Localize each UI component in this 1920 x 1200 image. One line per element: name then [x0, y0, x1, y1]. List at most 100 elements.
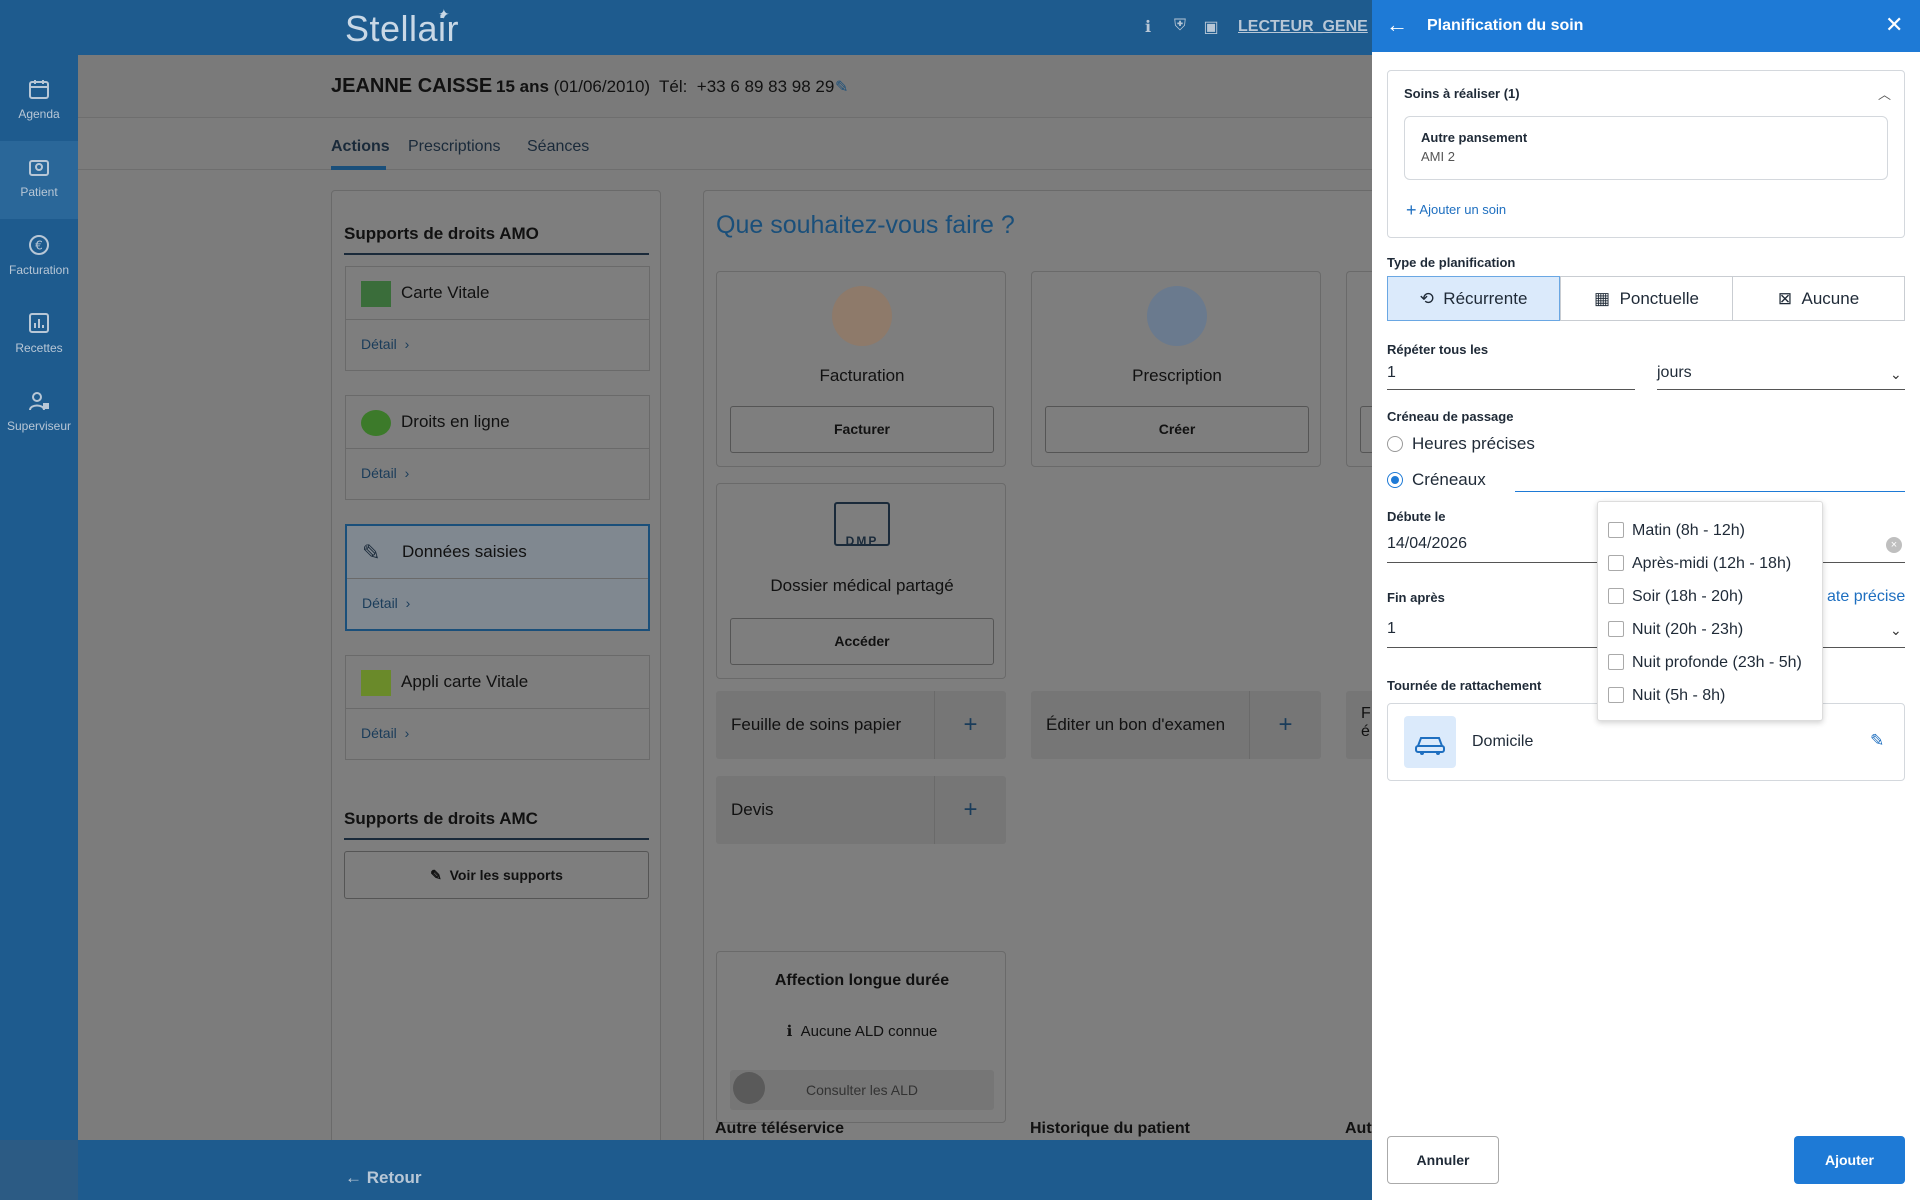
soin-item[interactable]: Autre pansement AMI 2 [1404, 116, 1888, 180]
slot-option[interactable]: Après-midi (12h - 18h) [1608, 555, 1791, 577]
patient-birthdate: (01/06/2010) [553, 77, 651, 96]
tab-prescriptions[interactable]: Prescriptions [408, 138, 500, 156]
slot-label: Après-midi (12h - 18h) [1632, 555, 1792, 572]
date-precise-link[interactable]: ate précise [1827, 588, 1905, 606]
add-soin-link[interactable]: + Ajouter un soin [1406, 200, 1506, 221]
dmp-logo-text: DMP [845, 534, 879, 548]
card-title: Facturation [819, 366, 905, 385]
chevron-up-icon[interactable]: ︿ [1878, 84, 1891, 103]
slot-option[interactable]: Soir (18h - 20h) [1608, 588, 1743, 610]
edit-icon[interactable]: ✎ [1870, 731, 1884, 751]
detail-label: Détail [361, 725, 397, 741]
rail-item-recettes[interactable]: Recettes [0, 297, 78, 375]
creer-button[interactable]: Créer [1045, 406, 1309, 453]
edit-icon[interactable]: ✎ [835, 77, 848, 97]
radio-heures-precises[interactable] [1387, 436, 1403, 452]
checkbox[interactable] [1608, 522, 1624, 538]
prescription-icon [1147, 286, 1207, 346]
checkbox[interactable] [1608, 687, 1624, 703]
consulter-ald-button[interactable]: Consulter les ALD [730, 1070, 994, 1110]
ald-none-label: Aucune ALD connue [800, 1023, 938, 1040]
tab-seances[interactable]: Séances [527, 138, 589, 156]
bon-examen[interactable]: Éditer un bon d'examen + [1031, 691, 1321, 759]
repeat-icon: ⟲ [1419, 289, 1434, 308]
close-icon[interactable]: ✕ [1885, 12, 1903, 38]
support-appli-carte-vitale[interactable]: Appli carte Vitale Détail › [345, 655, 650, 760]
card-reader-icon[interactable]: ▣ [1201, 17, 1221, 37]
acceder-button[interactable]: Accéder [730, 618, 994, 665]
arrow-left-icon[interactable]: ← [1386, 12, 1408, 38]
view-supports-button[interactable]: ✎ Voir les supports [344, 851, 649, 899]
repeat-unit-select[interactable]: jours [1657, 364, 1905, 390]
slot-option[interactable]: Nuit (20h - 23h) [1608, 621, 1743, 643]
clear-icon[interactable]: × [1886, 537, 1902, 553]
devis[interactable]: Devis + [716, 776, 1006, 844]
panel-header: ← Planification du soin ✕ [1372, 0, 1920, 52]
checkbox[interactable] [1608, 588, 1624, 604]
type-label-text: Ponctuelle [1619, 289, 1699, 308]
checkbox[interactable] [1608, 654, 1624, 670]
repeat-value-input[interactable]: 1 [1387, 364, 1635, 390]
facturer-button[interactable]: Facturer [730, 406, 994, 453]
radio-creneaux[interactable] [1387, 472, 1403, 488]
slot-option[interactable]: Nuit profonde (23h - 5h) [1608, 654, 1802, 676]
checkbox[interactable] [1608, 555, 1624, 571]
support-title: Données saisies [402, 542, 527, 561]
rail-item-facturation[interactable]: € Facturation [0, 219, 78, 297]
slot-label: Soir (18h - 20h) [1632, 588, 1744, 605]
support-carte-vitale[interactable]: Carte Vitale Détail › [345, 266, 650, 371]
chevron-down-icon: ⌄ [1890, 622, 1902, 638]
patient-age-value: 15 ans [496, 77, 549, 96]
amo-divider [344, 253, 649, 255]
rail-item-agenda[interactable]: Agenda [0, 63, 78, 141]
support-donnees-saisies[interactable]: ✎ Données saisies Détail › [345, 524, 650, 631]
soins-title: Soins à réaliser (1) [1404, 86, 1520, 101]
billing-icon [832, 286, 892, 346]
detail-link[interactable]: Détail › [362, 595, 410, 611]
info-icon[interactable]: ℹ [1138, 17, 1158, 37]
slot-option[interactable]: Nuit (5h - 8h) [1608, 687, 1725, 709]
actions-title: Que souhaitez-vous faire ? [716, 211, 1015, 239]
shield-icon[interactable]: ⛨ [1170, 17, 1190, 37]
support-droits-en-ligne[interactable]: Droits en ligne Détail › [345, 395, 650, 500]
chevron-right-icon: › [404, 336, 410, 352]
detail-link[interactable]: Détail › [361, 465, 409, 481]
adri-logo [361, 410, 391, 436]
creneau-select[interactable] [1515, 464, 1905, 492]
detail-link[interactable]: Détail › [361, 725, 409, 741]
slot-label: Nuit (20h - 23h) [1632, 621, 1744, 638]
tab-actions[interactable]: Actions [331, 138, 390, 156]
rail-item-superviseur[interactable]: Superviseur [0, 375, 78, 453]
soins-section: Soins à réaliser (1) ︿ Autre pansement A… [1387, 70, 1905, 238]
type-aucune-button[interactable]: ⊠ Aucune [1732, 276, 1905, 321]
plus-icon[interactable]: + [934, 691, 1006, 759]
add-soin-label: Ajouter un soin [1419, 202, 1507, 217]
add-button[interactable]: Ajouter [1794, 1136, 1905, 1184]
soin-code: AMI 2 [1421, 149, 1455, 164]
type-recurrente-button[interactable]: ⟲ Récurrente [1387, 276, 1560, 321]
ald-logo [733, 1072, 765, 1104]
feuille-soins-papier[interactable]: Feuille de soins papier + [716, 691, 1006, 759]
back-link[interactable]: ← Retour [345, 1168, 422, 1188]
type-label-text: Récurrente [1443, 289, 1528, 308]
card-reader-link[interactable]: LECTEUR_GENE [1238, 18, 1368, 36]
chevron-down-icon: ⌄ [1890, 366, 1902, 382]
view-supports-label: Voir les supports [449, 867, 563, 883]
tab-underline [331, 166, 386, 170]
slot-label: Matin (8h - 12h) [1632, 522, 1745, 539]
checkbox[interactable] [1608, 621, 1624, 637]
plus-icon[interactable]: + [1249, 691, 1321, 759]
type-label: Type de planification [1387, 255, 1516, 270]
plus-icon[interactable]: + [934, 776, 1006, 844]
slot-option[interactable]: Matin (8h - 12h) [1608, 522, 1745, 544]
type-ponctuelle-button[interactable]: ▦ Ponctuelle [1560, 276, 1733, 321]
chevron-right-icon: › [404, 725, 410, 741]
cancel-button[interactable]: Annuler [1387, 1136, 1499, 1184]
tournee-name: Domicile [1472, 733, 1534, 750]
plus-card-partial[interactable]: F é [1346, 691, 1372, 759]
appli-vitale-logo [361, 670, 391, 696]
partial-button[interactable] [1360, 406, 1372, 453]
pencil-icon: ✎ [362, 540, 381, 565]
detail-link[interactable]: Détail › [361, 336, 409, 352]
rail-item-patient[interactable]: Patient [0, 141, 78, 219]
